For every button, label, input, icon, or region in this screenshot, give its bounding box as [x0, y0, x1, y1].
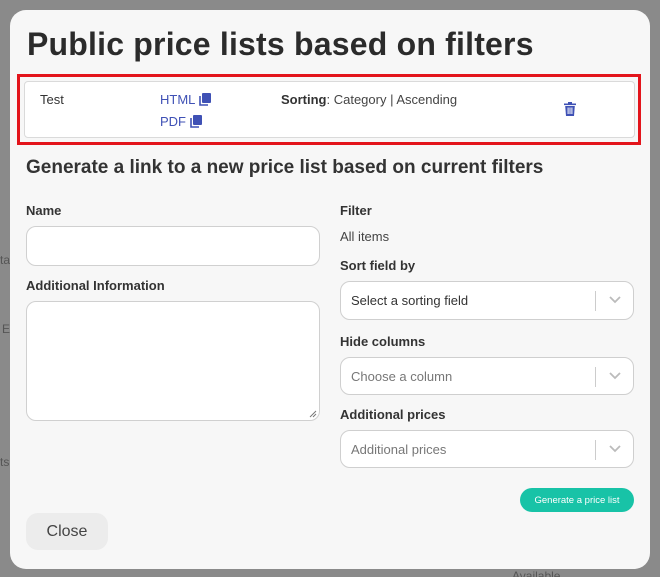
filter-label: Filter [340, 203, 372, 218]
sort-field-label: Sort field by [340, 258, 416, 273]
pdf-link[interactable]: PDF [160, 114, 202, 129]
price-list-name: Test [40, 92, 64, 107]
html-link-label: HTML [160, 92, 196, 107]
background-fragment: E [2, 322, 11, 336]
additional-prices-label: Additional prices [340, 407, 446, 422]
additional-info-label: Additional Information [26, 278, 165, 293]
copy-icon[interactable] [190, 115, 202, 128]
trash-icon[interactable] [564, 102, 576, 116]
chevron-down-icon[interactable] [609, 372, 621, 380]
sort-field-select[interactable]: Select a sorting field [340, 281, 634, 320]
sort-field-placeholder: Select a sorting field [351, 293, 469, 308]
sorting-value: : Category | Ascending [326, 92, 458, 107]
background-fragment: ts [0, 455, 10, 469]
additional-prices-placeholder: Additional prices [351, 442, 447, 457]
copy-icon[interactable] [199, 93, 212, 106]
select-separator [595, 291, 596, 311]
background-fragment: Available [512, 569, 561, 577]
resize-handle-icon[interactable] [309, 410, 317, 418]
background-fragment: ta [0, 253, 11, 267]
hide-columns-placeholder: Choose a column [351, 369, 453, 384]
name-input[interactable] [26, 226, 320, 266]
name-label: Name [26, 203, 62, 218]
chevron-down-icon[interactable] [609, 296, 621, 304]
additional-prices-select[interactable]: Additional prices [340, 430, 634, 468]
price-lists-modal: Public price lists based on filters Test… [10, 10, 650, 569]
hide-columns-select[interactable]: Choose a column [340, 357, 634, 395]
hide-columns-label: Hide columns [340, 334, 426, 349]
price-list-row: Test HTML PDF Sorting: Category | Ascend… [24, 81, 635, 138]
pdf-link-label: PDF [160, 114, 186, 129]
chevron-down-icon[interactable] [609, 445, 621, 453]
close-button[interactable]: Close [26, 513, 108, 550]
generate-price-list-button[interactable]: Generate a price list [520, 488, 634, 512]
sorting-label: Sorting [281, 92, 327, 107]
section-subtitle: Generate a link to a new price list base… [26, 157, 544, 178]
filter-value: All items [340, 229, 390, 244]
select-separator [595, 440, 596, 460]
modal-title: Public price lists based on filters [27, 26, 534, 62]
additional-info-textarea[interactable] [26, 301, 320, 421]
select-separator [595, 367, 596, 387]
html-link[interactable]: HTML [160, 92, 212, 107]
price-list-sorting: Sorting: Category | Ascending [281, 92, 457, 107]
